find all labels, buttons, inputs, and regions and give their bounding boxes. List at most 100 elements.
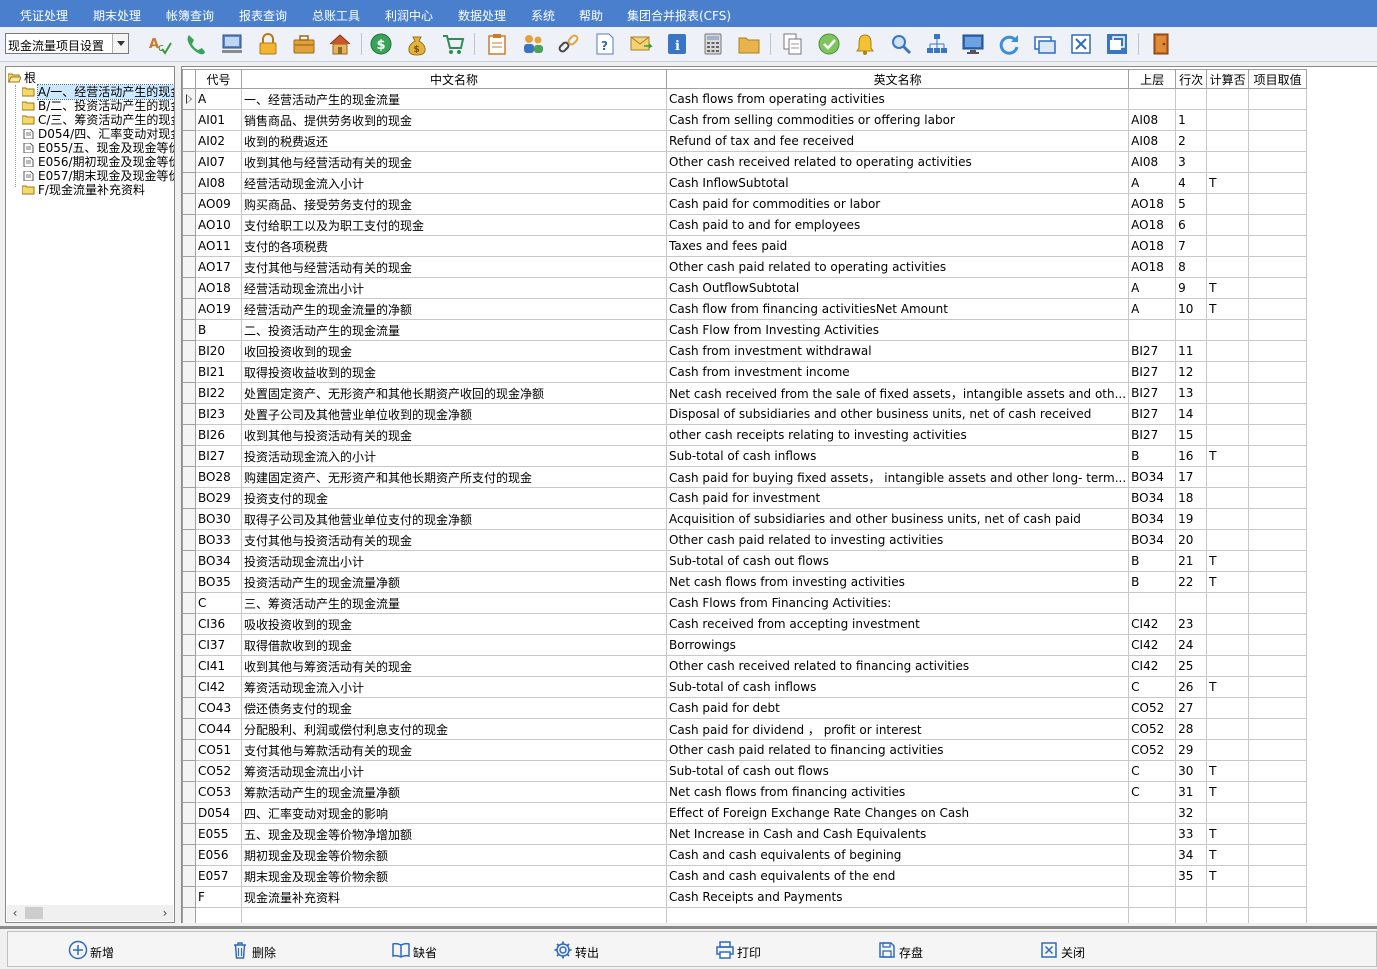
cell-line-no[interactable]: 19: [1175, 508, 1208, 530]
cell-english-name[interactable]: Cash paid for commodities or labor: [665, 193, 1130, 215]
empty-cell[interactable]: [1128, 907, 1177, 923]
cell-line-no[interactable]: 2: [1175, 130, 1208, 152]
cell-code[interactable]: CI42: [195, 676, 242, 698]
row-indicator[interactable]: [182, 718, 196, 740]
cell-item-value[interactable]: [1248, 718, 1308, 740]
cell-code[interactable]: CO51: [195, 739, 242, 761]
cell-line-no[interactable]: 6: [1175, 214, 1208, 236]
cell-line-no[interactable]: [1175, 319, 1208, 341]
cell-calculated[interactable]: [1206, 718, 1250, 740]
cell-line-no[interactable]: 17: [1175, 466, 1208, 488]
cell-code[interactable]: BI22: [195, 382, 242, 404]
row-indicator[interactable]: [182, 550, 196, 572]
cell-item-value[interactable]: [1248, 403, 1308, 425]
cell-chinese-name[interactable]: 筹款活动产生的现金流量净额: [241, 781, 667, 803]
menu-report-query[interactable]: 报表查询: [239, 9, 287, 23]
cell-item-value[interactable]: [1248, 277, 1308, 299]
cell-item-value[interactable]: [1248, 235, 1308, 257]
cell-item-value[interactable]: [1248, 613, 1308, 635]
row-indicator[interactable]: [182, 781, 196, 803]
cell-calculated[interactable]: [1206, 319, 1250, 341]
row-indicator[interactable]: [182, 214, 196, 236]
table-row[interactable]: A 一、经营活动产生的现金流量 Cash flows from operating …: [182, 88, 1308, 110]
window-icon[interactable]: [1032, 31, 1058, 57]
cell-parent[interactable]: [1128, 802, 1177, 824]
cell-chinese-name[interactable]: 取得子公司及其他营业单位支付的现金净额: [241, 508, 667, 530]
cell-item-value[interactable]: [1248, 865, 1308, 887]
folder-icon[interactable]: [736, 31, 762, 57]
table-row[interactable]: CO53 筹款活动产生的现金流量净额 Net cash flows from fin…: [182, 781, 1308, 803]
cell-english-name[interactable]: Acquisition of subsidiaries and other bu…: [665, 508, 1130, 530]
cell-parent[interactable]: [1128, 844, 1177, 866]
cell-parent[interactable]: BO34: [1128, 487, 1177, 509]
cell-item-value[interactable]: [1248, 886, 1308, 908]
cell-calculated[interactable]: [1206, 109, 1250, 131]
cell-english-name[interactable]: Cash and cash equivalents of the end: [665, 865, 1130, 887]
row-indicator[interactable]: [182, 130, 196, 152]
cell-english-name[interactable]: Net cash received from the sale of fixed…: [665, 382, 1130, 404]
cell-english-name[interactable]: Cash Receipts and Payments: [665, 886, 1130, 908]
cell-line-no[interactable]: 22: [1175, 571, 1208, 593]
cell-chinese-name[interactable]: 经营活动产生的现金流量的净额: [241, 298, 667, 320]
cell-code[interactable]: A: [195, 88, 242, 110]
cell-item-value[interactable]: [1248, 550, 1308, 572]
table-row[interactable]: CO52 筹资活动现金流出小计 Sub-total of cash out flow…: [182, 760, 1308, 782]
row-indicator[interactable]: [182, 424, 196, 446]
cell-code[interactable]: CO43: [195, 697, 242, 719]
cell-line-no[interactable]: 11: [1175, 340, 1208, 362]
cell-english-name[interactable]: Effect of Foreign Exchange Rate Changes …: [665, 802, 1130, 824]
table-row[interactable]: AI01 销售商品、提供劳务收到的现金 Cash from selling comm…: [182, 109, 1308, 131]
spellcheck-icon[interactable]: Ac: [147, 31, 173, 57]
cell-parent[interactable]: C: [1128, 676, 1177, 698]
cell-code[interactable]: BO30: [195, 508, 242, 530]
table-row[interactable]: BO35 投资活动产生的现金流量净额 Net cash flows from inv…: [182, 571, 1308, 593]
row-indicator[interactable]: [182, 571, 196, 593]
cell-line-no[interactable]: 24: [1175, 634, 1208, 656]
cell-parent[interactable]: CI42: [1128, 655, 1177, 677]
cell-calculated[interactable]: T: [1206, 445, 1250, 467]
cell-calculated[interactable]: [1206, 130, 1250, 152]
cell-line-no[interactable]: 8: [1175, 256, 1208, 278]
cell-calculated[interactable]: [1206, 193, 1250, 215]
table-row[interactable]: BO30 取得子公司及其他营业单位支付的现金净额 Acquisition of su…: [182, 508, 1308, 530]
row-indicator[interactable]: [182, 886, 196, 908]
menu-group-consolidation[interactable]: 集团合并报表(CFS): [627, 9, 731, 23]
cell-english-name[interactable]: Cash Flow from Investing Activities: [665, 319, 1130, 341]
cell-english-name[interactable]: Sub-total of cash inflows: [665, 676, 1130, 698]
cell-code[interactable]: AI08: [195, 172, 242, 194]
cell-item-value[interactable]: [1248, 361, 1308, 383]
cell-item-value[interactable]: [1248, 424, 1308, 446]
row-indicator[interactable]: [182, 172, 196, 194]
column-header-english-name[interactable]: 英文名称: [665, 69, 1130, 89]
cell-chinese-name[interactable]: 购建固定资产、无形资产和其他长期资产所支付的现金: [241, 466, 667, 488]
column-header-line-no[interactable]: 行次: [1175, 69, 1208, 89]
row-indicator[interactable]: [182, 382, 196, 404]
cell-line-no[interactable]: 23: [1175, 613, 1208, 635]
row-indicator[interactable]: [182, 298, 196, 320]
cell-item-value[interactable]: [1248, 445, 1308, 467]
exit-door-icon[interactable]: [1148, 31, 1174, 57]
cell-chinese-name[interactable]: 支付其他与投资活动有关的现金: [241, 529, 667, 551]
cell-chinese-name[interactable]: 处置子公司及其他营业单位收到的现金净额: [241, 403, 667, 425]
cell-item-value[interactable]: [1248, 487, 1308, 509]
cell-code[interactable]: E057: [195, 865, 242, 887]
cell-english-name[interactable]: Cash flow from financing activitiesNet A…: [665, 298, 1130, 320]
computer-icon[interactable]: [219, 31, 245, 57]
cell-chinese-name[interactable]: 购买商品、接受劳务支付的现金: [241, 193, 667, 215]
cell-calculated[interactable]: [1206, 403, 1250, 425]
row-indicator[interactable]: [182, 529, 196, 551]
row-indicator[interactable]: [182, 193, 196, 215]
cell-line-no[interactable]: 18: [1175, 487, 1208, 509]
cell-item-value[interactable]: [1248, 781, 1308, 803]
cell-calculated[interactable]: T: [1206, 676, 1250, 698]
menu-gl-tools[interactable]: 总账工具: [312, 9, 360, 23]
cell-parent[interactable]: BO34: [1128, 508, 1177, 530]
menu-voucher[interactable]: 凭证处理: [20, 9, 68, 23]
cell-english-name[interactable]: Net cash flows from investing activities: [665, 571, 1130, 593]
search-icon[interactable]: [888, 31, 914, 57]
cell-parent[interactable]: CO52: [1128, 739, 1177, 761]
cell-item-value[interactable]: [1248, 760, 1308, 782]
cell-line-no[interactable]: [1175, 592, 1208, 614]
cell-item-value[interactable]: [1248, 676, 1308, 698]
cell-item-value[interactable]: [1248, 382, 1308, 404]
